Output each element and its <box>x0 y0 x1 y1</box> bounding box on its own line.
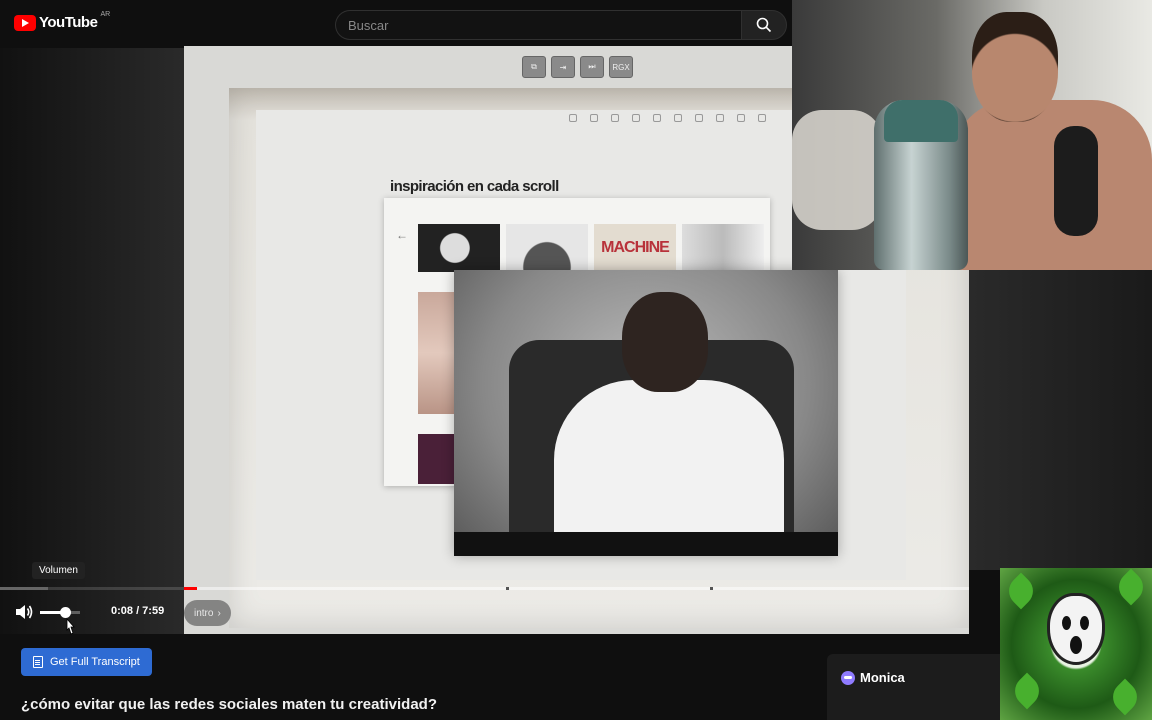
screen: YouTube AR ⧉ ⇥ ⏭ RGX inspiración en cada… <box>0 0 1152 720</box>
microphone <box>1054 126 1098 236</box>
thumbnail <box>418 292 454 414</box>
chapter-marker <box>710 587 713 590</box>
person-body <box>554 380 784 550</box>
document-icon <box>33 656 43 668</box>
monica-widget[interactable]: Monica <box>827 654 1002 720</box>
thumbnail <box>418 434 454 484</box>
progress-fill <box>184 587 198 590</box>
overlay-floor <box>454 532 838 556</box>
mini-progress <box>0 587 184 590</box>
chapter-label: intro <box>194 607 214 619</box>
cursor-icon <box>66 618 75 635</box>
volume-knob[interactable] <box>59 607 71 618</box>
time-display: 0:08 / 7:59 <box>111 605 165 617</box>
right-dark-strip <box>969 270 1152 570</box>
person-head <box>622 292 708 392</box>
overlay-control-icons: ⧉ ⇥ ⏭ RGX <box>522 56 633 78</box>
popout-icon[interactable]: ⧉ <box>522 56 546 78</box>
leaf-decoration <box>1106 678 1144 716</box>
mini-progress-fill <box>0 587 48 590</box>
search-icon <box>756 17 772 33</box>
volume-slider[interactable] <box>40 607 80 618</box>
thumbnail: MACHINE <box>594 224 676 272</box>
chapter-marker <box>506 587 509 590</box>
volume-icon[interactable] <box>14 603 34 621</box>
search-input[interactable] <box>335 10 741 40</box>
thermos-cap <box>884 100 958 142</box>
sticker-overlay <box>1000 568 1152 720</box>
leaf-decoration <box>1008 672 1046 710</box>
streamer-body <box>952 100 1152 270</box>
progress-bar[interactable] <box>184 587 969 590</box>
webcam-overlay <box>792 0 1152 270</box>
background-cloth <box>792 110 882 230</box>
logo-text: YouTube <box>39 14 98 31</box>
volume-tooltip: Volumen <box>32 562 85 579</box>
overlay-video-clip <box>454 270 838 556</box>
search-bar <box>335 10 787 40</box>
chapter-chip[interactable]: intro › <box>184 600 231 626</box>
video-title: ¿cómo evitar que las redes sociales mate… <box>21 696 437 713</box>
exit-icon[interactable]: ⇥ <box>551 56 575 78</box>
screen-headline: inspiración en cada scroll <box>390 178 559 195</box>
transcript-button-label: Get Full Transcript <box>50 656 140 668</box>
back-arrow-icon: ← <box>396 228 408 242</box>
rgx-badge[interactable]: RGX <box>609 56 633 78</box>
top-bar: YouTube AR <box>0 0 792 48</box>
get-transcript-button[interactable]: Get Full Transcript <box>21 648 152 676</box>
chevron-right-icon: › <box>217 607 221 619</box>
ghostface-mask <box>1050 596 1102 662</box>
youtube-logo-icon <box>14 14 36 31</box>
thumbnail <box>506 224 588 272</box>
monica-icon <box>841 671 855 685</box>
streamer-head <box>972 12 1058 122</box>
search-button[interactable] <box>741 10 787 40</box>
youtube-logo[interactable]: YouTube AR <box>14 11 111 31</box>
thumbnail <box>682 224 764 272</box>
leaf-decoration <box>1002 572 1040 610</box>
thumbnail <box>418 224 500 272</box>
left-panel <box>0 44 184 634</box>
region-code: AR <box>100 11 111 18</box>
monica-label: Monica <box>860 670 905 685</box>
skip-icon[interactable]: ⏭ <box>580 56 604 78</box>
leaf-decoration <box>1112 568 1150 606</box>
